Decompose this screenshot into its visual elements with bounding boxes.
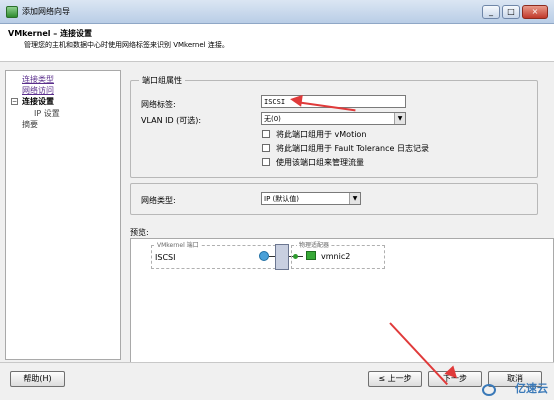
network-type-label: 网络类型: xyxy=(141,196,176,205)
vlan-id-select[interactable]: 无(0) ▼ xyxy=(261,112,406,125)
vmotion-checkbox[interactable] xyxy=(262,130,270,138)
collapse-toggle-icon[interactable]: − xyxy=(11,98,18,105)
preview-panel: VMkernel 端口 ISCSI 物理适配器 vmnic2 xyxy=(130,238,554,364)
close-button[interactable]: × xyxy=(522,5,548,19)
wizard-app-icon xyxy=(6,6,18,18)
port-group-properties: 端口组属性 网络标签: ISCSI VLAN ID (可选): 无(0) ▼ 将… xyxy=(130,75,538,178)
management-traffic-checkbox[interactable] xyxy=(262,158,270,166)
preview-nic-name: vmnic2 xyxy=(321,252,351,261)
vmkernel-port-title: VMkernel 端口 xyxy=(155,240,201,249)
nav-step-network-access[interactable]: 网络访问 xyxy=(22,85,54,96)
network-type-group: 网络类型: IP (默认值) ▼ xyxy=(130,183,538,215)
help-button[interactable]: 帮助(H) xyxy=(10,371,65,387)
vmkernel-adapter-icon xyxy=(259,251,269,261)
management-traffic-checkbox-label: 使用该端口组来管理流量 xyxy=(276,158,364,167)
wizard-content: 端口组属性 网络标签: ISCSI VLAN ID (可选): 无(0) ▼ 将… xyxy=(122,70,554,364)
chevron-down-icon: ▼ xyxy=(349,193,360,204)
back-button[interactable]: ≤ 上一步 xyxy=(368,371,422,387)
fault-tolerance-checkbox[interactable] xyxy=(262,144,270,152)
watermark-logo-icon xyxy=(482,384,496,396)
preview-port-name: ISCSI xyxy=(155,253,176,262)
wizard-footer: 帮助(H) ≤ 上一步 下一步 取消 xyxy=(0,362,554,400)
wizard-header: VMkernel – 连接设置 管理您的主机和数据中心时使用网络标签来识别 VM… xyxy=(0,24,554,62)
nic-icon xyxy=(306,251,316,260)
port-group-title: 端口组属性 xyxy=(139,75,185,86)
wizard-steps-nav: 连接类型 网络访问 − 连接设置 IP 设置 摘要 xyxy=(5,70,121,360)
network-label-label: 网络标签: xyxy=(141,100,176,109)
preview-label: 预览: xyxy=(130,228,149,237)
nav-step-summary: 摘要 xyxy=(22,120,38,129)
page-title: VMkernel – 连接设置 xyxy=(8,29,93,38)
window-title: 添加网络向导 xyxy=(22,7,70,16)
vswitch-icon xyxy=(275,244,289,270)
vmotion-checkbox-label: 将此端口组用于 vMotion xyxy=(276,130,367,139)
minimize-button[interactable]: _ xyxy=(482,5,500,19)
nav-step-connection-type[interactable]: 连接类型 xyxy=(22,74,54,85)
network-type-select[interactable]: IP (默认值) ▼ xyxy=(261,192,361,205)
physical-adapters-title: 物理适配器 xyxy=(297,240,332,249)
window-titlebar[interactable]: 添加网络向导 _ □ × xyxy=(0,0,554,24)
chevron-down-icon: ▼ xyxy=(394,113,405,124)
vlan-id-label: VLAN ID (可选): xyxy=(141,116,202,125)
maximize-button[interactable]: □ xyxy=(502,5,520,19)
annotation-arrow-head xyxy=(289,93,303,107)
vlan-id-value: 无(0) xyxy=(264,115,281,123)
network-type-value: IP (默认值) xyxy=(264,195,299,203)
page-subtitle: 管理您的主机和数据中心时使用网络标签来识别 VMkernel 连接。 xyxy=(24,41,229,49)
watermark: 亿速云 xyxy=(515,382,548,395)
nav-step-ip-settings: IP 设置 xyxy=(34,109,60,118)
nav-step-connection-settings: 连接设置 xyxy=(22,97,54,106)
fault-tolerance-checkbox-label: 将此端口组用于 Fault Tolerance 日志记录 xyxy=(276,144,429,153)
